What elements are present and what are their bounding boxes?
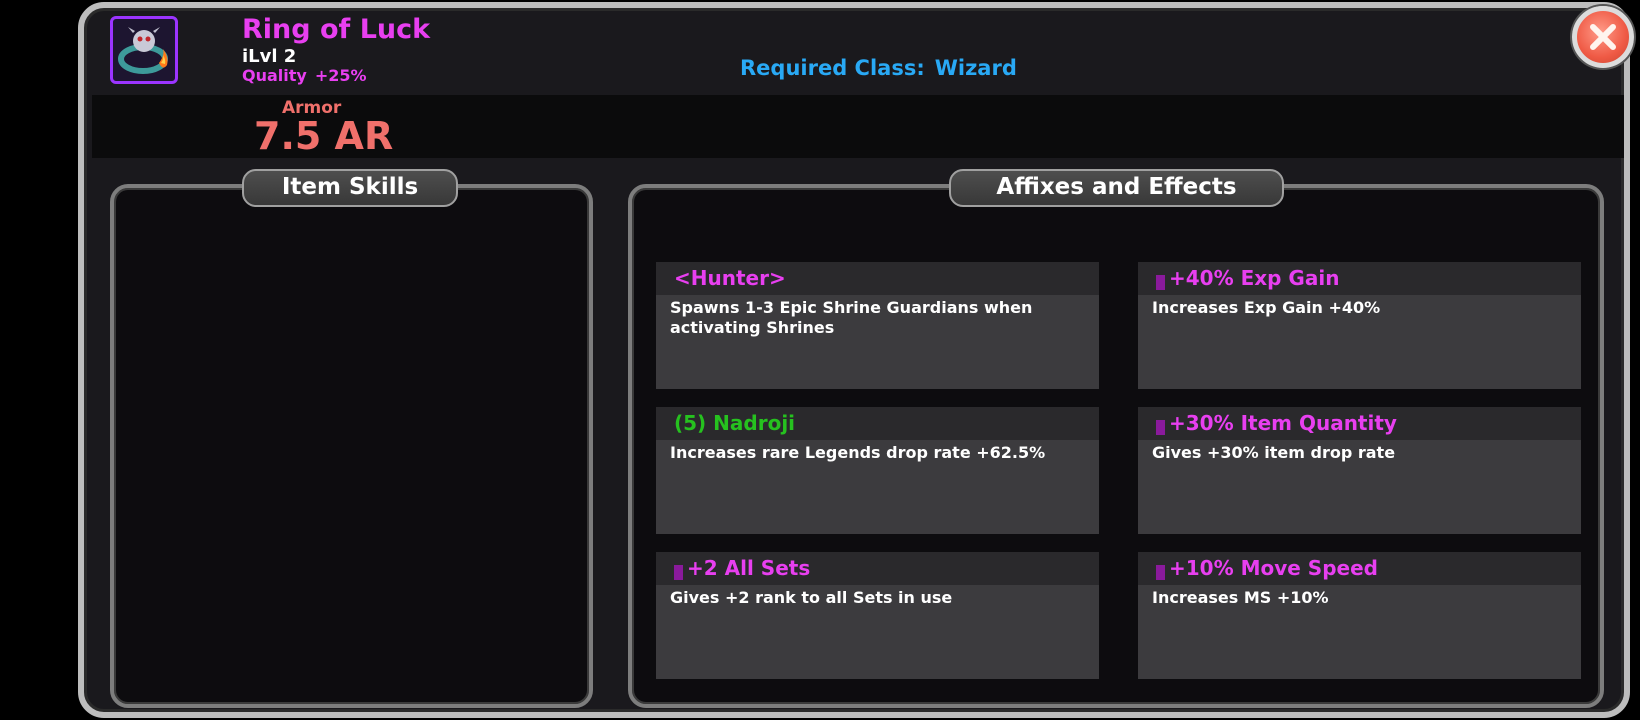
gem-icon: [674, 565, 683, 580]
affix-title-text: <Hunter>: [674, 266, 786, 290]
item-quality: Quality +25%: [242, 66, 367, 85]
affix-description: Spawns 1-3 Epic Shrine Guardians when ac…: [670, 298, 1033, 337]
item-skills-panel: [110, 184, 593, 708]
required-class-value: Wizard: [934, 56, 1017, 80]
affix-description: Increases Exp Gain +40%: [1152, 298, 1381, 317]
affix-card: +30% Item Quantity Gives +30% item drop …: [1138, 407, 1581, 534]
affix-title-text: +40% Exp Gain: [1169, 266, 1340, 290]
affix-title: <Hunter>: [656, 262, 1099, 295]
gem-icon: [1156, 275, 1165, 290]
affixes-title: Affixes and Effects: [949, 169, 1284, 207]
affix-description: Increases rare Legends drop rate +62.5%: [670, 443, 1046, 462]
item-level: iLvl 2: [242, 46, 297, 67]
affix-card: <Hunter> Spawns 1-3 Epic Shrine Guardian…: [656, 262, 1099, 389]
affix-title-text: +10% Move Speed: [1169, 556, 1378, 580]
affix-title-text: +30% Item Quantity: [1169, 411, 1397, 435]
affix-title: +40% Exp Gain: [1138, 262, 1581, 295]
affix-title: (5) Nadroji: [656, 407, 1099, 440]
item-skills-title: Item Skills: [242, 169, 458, 207]
armor-value: 7.5 AR: [254, 114, 394, 158]
quality-label: Quality: [242, 66, 307, 85]
affix-card: (5) Nadroji Increases rare Legends drop …: [656, 407, 1099, 534]
quality-value: +25%: [314, 66, 367, 85]
ring-icon: [110, 16, 178, 84]
gem-icon: [1156, 565, 1165, 580]
close-button[interactable]: [1572, 6, 1634, 68]
required-class: Required Class: Wizard: [740, 56, 1017, 80]
affix-title: +2 All Sets: [656, 552, 1099, 585]
item-name: Ring of Luck: [242, 14, 431, 45]
affix-description: Gives +30% item drop rate: [1152, 443, 1396, 462]
affix-card: +2 All Sets Gives +2 rank to all Sets in…: [656, 552, 1099, 679]
affix-card: +40% Exp Gain Increases Exp Gain +40%: [1138, 262, 1581, 389]
affix-title: +30% Item Quantity: [1138, 407, 1581, 440]
required-class-label: Required Class:: [740, 56, 925, 80]
affix-title: +10% Move Speed: [1138, 552, 1581, 585]
close-icon: [1590, 24, 1616, 50]
affix-description: Gives +2 rank to all Sets in use: [670, 588, 953, 607]
affix-description: Increases MS +10%: [1152, 588, 1329, 607]
gem-icon: [1156, 420, 1165, 435]
affix-title-text: +2 All Sets: [687, 556, 811, 580]
affix-card: +10% Move Speed Increases MS +10%: [1138, 552, 1581, 679]
affix-title-text: (5) Nadroji: [674, 411, 796, 435]
